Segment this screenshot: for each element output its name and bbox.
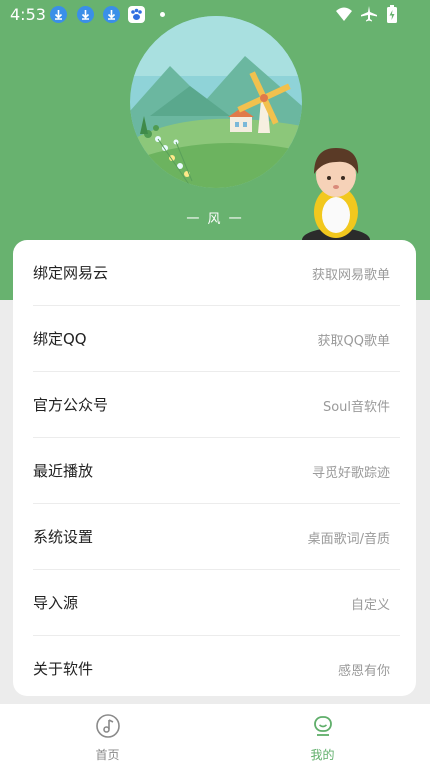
menu-item-title: 导入源 — [33, 594, 79, 612]
music-disc-icon — [95, 713, 121, 739]
menu-item-official-account[interactable]: 官方公众号 Soul音软件 — [33, 372, 400, 438]
menu-item-bind-netease[interactable]: 绑定网易云 获取网易歌单 — [33, 240, 400, 306]
airplane-icon — [360, 5, 378, 27]
download-icon — [50, 6, 67, 23]
album-cover[interactable] — [130, 16, 302, 188]
menu-item-subtitle: Soul音软件 — [322, 400, 390, 415]
profile-icon — [310, 713, 336, 739]
menu-item-subtitle: 获取QQ歌单 — [317, 334, 390, 349]
menu-item-title: 系统设置 — [33, 528, 94, 546]
baidu-paw-icon — [128, 6, 145, 23]
menu-item-title: 绑定网易云 — [33, 264, 109, 282]
tab-home-label: 首页 — [95, 748, 120, 762]
menu-item-about[interactable]: 关于软件 感恩有你 — [33, 636, 400, 702]
menu-item-import-source[interactable]: 导入源 自定义 — [33, 570, 400, 636]
status-time: 4:53 — [10, 5, 46, 24]
menu-item-recent-plays[interactable]: 最近播放 寻觅好歌踪迹 — [33, 438, 400, 504]
menu-item-bind-qq[interactable]: 绑定QQ 获取QQ歌单 — [33, 306, 400, 372]
settings-card: 绑定网易云 获取网易歌单 绑定QQ 获取QQ歌单 官方公众号 Soul音软件 最… — [13, 240, 416, 696]
download-icon — [103, 6, 120, 23]
menu-item-title: 最近播放 — [33, 462, 94, 480]
wifi-icon — [335, 5, 353, 27]
menu-item-subtitle: 获取网易歌单 — [311, 268, 390, 283]
menu-item-subtitle: 自定义 — [350, 598, 390, 613]
battery-icon — [386, 5, 398, 27]
tab-mine[interactable]: 我的 — [215, 704, 430, 764]
menu-item-subtitle: 感恩有你 — [337, 664, 390, 679]
download-icon — [77, 6, 94, 23]
menu-item-title: 绑定QQ — [33, 330, 87, 348]
menu-item-title: 关于软件 — [33, 660, 94, 678]
bottom-tab-bar: 首页 我的 — [0, 704, 430, 764]
menu-item-subtitle: 桌面歌词/音质 — [307, 532, 390, 547]
tab-home[interactable]: 首页 — [0, 704, 215, 764]
more-notifications-dot — [160, 12, 165, 17]
menu-item-system-settings[interactable]: 系统设置 桌面歌词/音质 — [33, 504, 400, 570]
menu-item-subtitle: 寻觅好歌踪迹 — [311, 466, 390, 481]
landscape-illustration — [130, 16, 302, 188]
menu-item-title: 官方公众号 — [33, 396, 109, 414]
song-title-label: 一 风 一 — [186, 212, 244, 227]
tab-mine-label: 我的 — [310, 748, 335, 762]
